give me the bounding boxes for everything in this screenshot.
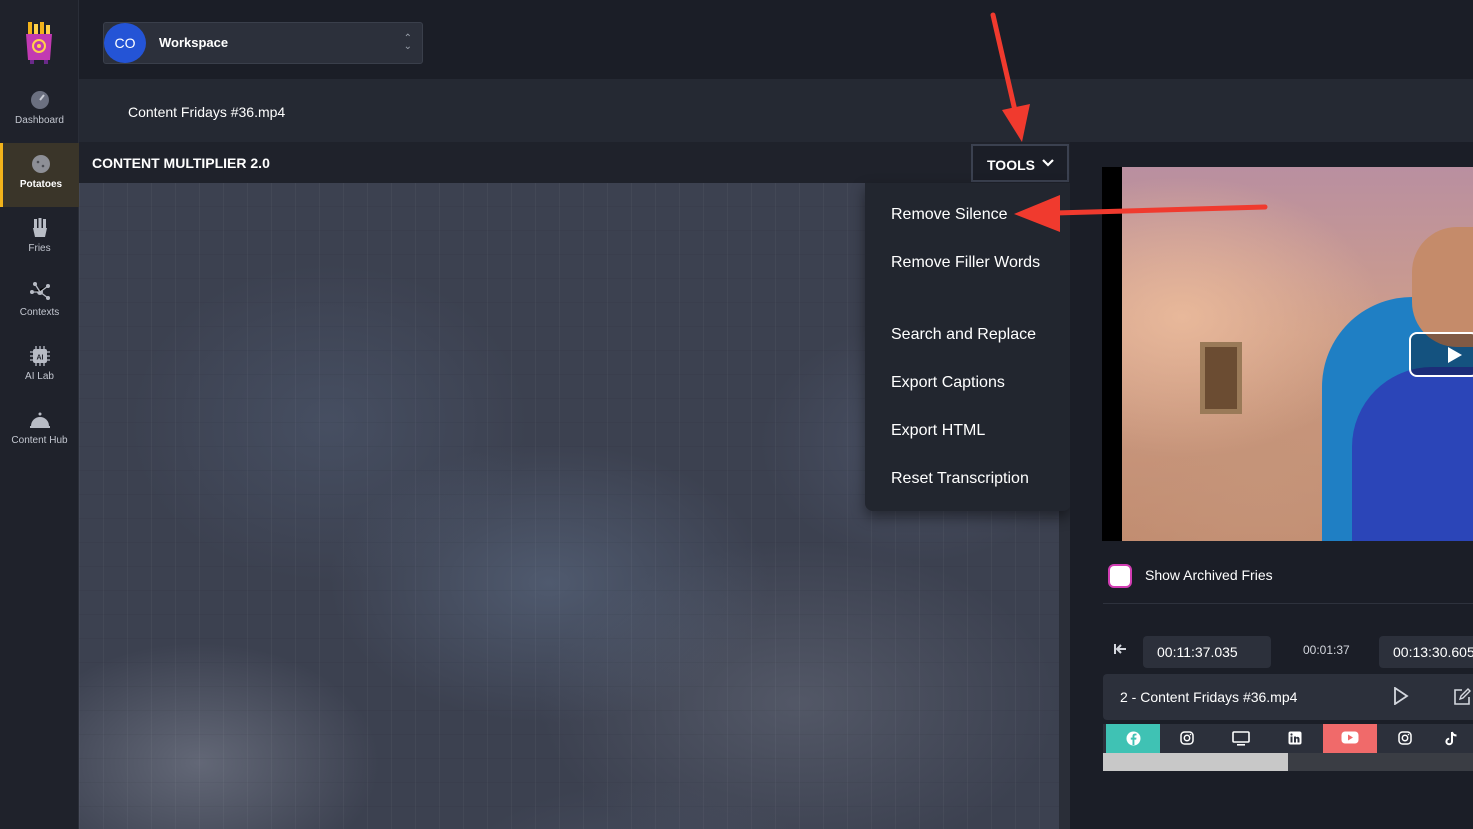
tools-button-label: TOOLS xyxy=(987,157,1035,173)
content-multiplier-header: CONTENT MULTIPLIER 2.0 TOOLS xyxy=(79,142,1070,183)
sidebar: Dashboard Potatoes Fries Contexts AI AI … xyxy=(0,0,79,829)
tools-button[interactable]: TOOLS xyxy=(971,144,1069,182)
sidebar-item-contexts[interactable]: Contexts xyxy=(0,271,79,333)
edit-icon[interactable] xyxy=(1453,688,1471,706)
show-archived-label: Show Archived Fries xyxy=(1145,567,1273,583)
person-head xyxy=(1412,227,1473,347)
sidebar-item-label: Potatoes xyxy=(19,179,63,190)
clip-title: 2 - Content Fridays #36.mp4 xyxy=(1120,689,1298,705)
sidebar-item-fries[interactable]: Fries xyxy=(0,207,79,269)
sidebar-item-label: Dashboard xyxy=(15,115,64,126)
ai-chip-icon: AI xyxy=(29,346,50,366)
updown-chevron-icon: ⌃ ⌄ xyxy=(403,33,412,52)
menu-item-remove-silence[interactable]: Remove Silence xyxy=(891,203,1063,227)
sidebar-item-label: Fries xyxy=(28,243,51,254)
show-archived-checkbox[interactable] xyxy=(1108,564,1132,588)
sidebar-item-label: Content Hub xyxy=(11,435,68,446)
archived-toggle-row: Show Archived Fries xyxy=(1103,558,1473,604)
tiktok-icon xyxy=(1445,731,1457,746)
social-platforms-row xyxy=(1103,724,1473,753)
clip-time-row: 00:11:37.035 00:01:37 00:13:30.605 xyxy=(1103,636,1473,668)
linkedin-button[interactable] xyxy=(1268,724,1322,753)
instagram-button[interactable] xyxy=(1160,724,1214,753)
menu-item-search-and-replace[interactable]: Search and Replace xyxy=(891,323,1063,347)
clip-progress-bar xyxy=(1103,753,1473,771)
gauge-icon xyxy=(30,91,49,109)
clip-start-time[interactable]: 00:11:37.035 xyxy=(1143,636,1271,668)
chevron-down-icon xyxy=(1042,159,1054,167)
youtube-icon xyxy=(1341,731,1359,744)
sidebar-item-label: Contexts xyxy=(19,307,60,318)
youtube-button[interactable] xyxy=(1323,724,1377,753)
instagram-button[interactable] xyxy=(1378,724,1432,753)
sidebar-item-label: AI Lab xyxy=(25,371,54,382)
workspace-avatar: CO xyxy=(104,23,146,63)
workspace-name: Workspace xyxy=(159,35,229,50)
panel-title: CONTENT MULTIPLIER 2.0 xyxy=(92,155,270,171)
top-bar: CO Workspace ⌃ ⌄ xyxy=(79,0,1473,79)
play-icon xyxy=(1448,347,1462,363)
app-logo[interactable] xyxy=(24,22,54,64)
instagram-icon xyxy=(1398,731,1412,745)
workspace-selector[interactable]: CO Workspace ⌃ ⌄ xyxy=(103,22,423,64)
clip-end-time[interactable]: 00:13:30.605 xyxy=(1379,636,1473,668)
menu-item-reset-transcription[interactable]: Reset Transcription xyxy=(891,467,1063,491)
video-play-button[interactable] xyxy=(1409,332,1473,377)
desktop-icon xyxy=(1232,731,1250,746)
clip-progress-fill xyxy=(1103,753,1288,771)
jump-to-start-icon[interactable] xyxy=(1113,642,1127,656)
linkedin-icon xyxy=(1288,731,1302,745)
menu-item-export-html[interactable]: Export HTML xyxy=(891,419,1063,443)
potato-icon xyxy=(32,155,50,173)
sidebar-item-content-hub[interactable]: Content Hub xyxy=(0,399,79,461)
tools-dropdown-menu: Remove Silence Remove Filler Words Searc… xyxy=(865,183,1071,511)
tiktok-button[interactable] xyxy=(1429,724,1473,753)
menu-item-export-captions[interactable]: Export Captions xyxy=(891,371,1063,395)
facebook-button[interactable] xyxy=(1106,724,1160,753)
sidebar-item-ai-lab[interactable]: AI AI Lab xyxy=(0,335,79,397)
clip-duration: 00:01:37 xyxy=(1303,643,1350,657)
sidebar-item-dashboard[interactable]: Dashboard xyxy=(0,79,79,141)
network-icon xyxy=(29,282,50,300)
file-name: Content Fridays #36.mp4 xyxy=(128,104,286,120)
clip-card[interactable]: 2 - Content Fridays #36.mp4 xyxy=(1103,674,1473,720)
file-header: Content Fridays #36.mp4 xyxy=(79,79,1473,142)
desktop-button[interactable] xyxy=(1214,724,1268,753)
sidebar-item-potatoes[interactable]: Potatoes xyxy=(0,143,79,207)
cloche-icon xyxy=(29,412,50,428)
clip-play-icon[interactable] xyxy=(1393,687,1409,705)
instagram-icon xyxy=(1180,731,1194,745)
facebook-icon xyxy=(1126,731,1140,746)
menu-item-remove-filler-words[interactable]: Remove Filler Words xyxy=(891,251,1063,275)
svg-text:AI: AI xyxy=(36,355,43,362)
fries-icon xyxy=(32,218,47,237)
wall-picture xyxy=(1200,342,1242,414)
